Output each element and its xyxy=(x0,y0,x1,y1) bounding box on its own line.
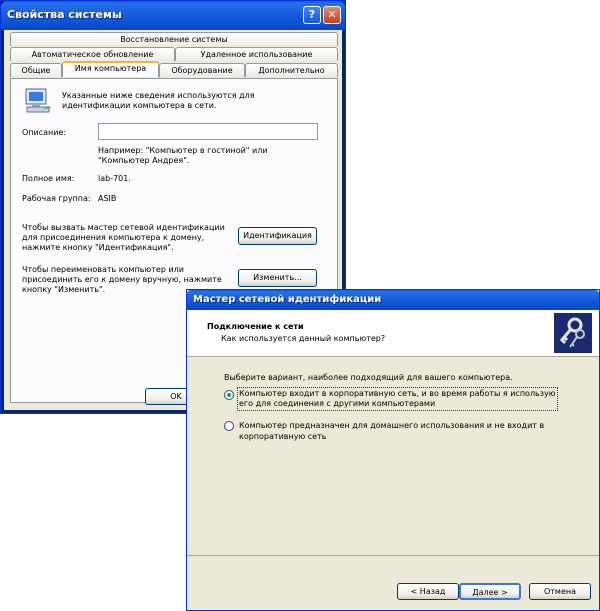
example-text-line1: Например: "Компьютер в гостиной" или xyxy=(98,146,268,155)
home-use-radio[interactable] xyxy=(224,421,234,431)
identify-button[interactable]: Идентификация xyxy=(238,227,317,245)
wizard-header-subtitle: Как используется данный компьютер? xyxy=(221,334,386,343)
title-bar[interactable]: Свойства системы ? ✕ xyxy=(1,1,345,30)
next-button[interactable]: Далее > xyxy=(459,583,521,600)
corporate-option-line2[interactable]: его для соединения с другими компьютерам… xyxy=(239,399,435,408)
wizard-text-line3: нажмите кнопку "Идентификация". xyxy=(22,243,174,252)
wizard-title: Мастер сетевой идентификации xyxy=(193,294,382,305)
tab-system-restore[interactable]: Восстановление системы xyxy=(10,32,338,46)
tab-general[interactable]: Общие xyxy=(10,63,62,77)
workgroup-label: Рабочая группа: xyxy=(22,194,91,203)
tab-remote[interactable]: Удаленное использование xyxy=(175,47,338,61)
computer-icon xyxy=(25,88,51,113)
wizard-text-line2: для присоединения компьютера к домену, xyxy=(22,233,205,242)
tab-auto-update[interactable]: Автоматическое обновление xyxy=(10,47,175,61)
window-title: Свойства системы xyxy=(7,8,122,21)
corporate-network-radio[interactable] xyxy=(224,390,234,400)
keys-icon xyxy=(554,313,592,353)
rename-text-line3: кнопку "Изменить". xyxy=(22,285,106,294)
full-name-label: Полное имя: xyxy=(22,174,75,183)
rename-text-line2: присоединить его к домену вручную, нажми… xyxy=(22,275,222,284)
wizard-text-line1: Чтобы вызвать мастер сетевой идентификац… xyxy=(22,223,225,232)
description-input[interactable] xyxy=(98,123,318,140)
network-wizard-window: Мастер сетевой идентификации Подключение… xyxy=(186,289,600,611)
wizard-prompt: Выберите вариант, наиболее подходящий дл… xyxy=(224,373,513,382)
description-label: Описание: xyxy=(22,128,67,137)
tab-hardware[interactable]: Оборудование xyxy=(159,63,245,77)
corporate-option-line1[interactable]: Компьютер входит в корпоративную сеть, и… xyxy=(239,389,556,398)
help-button[interactable]: ? xyxy=(303,6,321,24)
example-text-line2: "Компьютер Андрея". xyxy=(98,156,190,165)
tab-advanced[interactable]: Дополнительно xyxy=(245,63,338,77)
wizard-header-title: Подключение к сети xyxy=(207,322,304,331)
home-option-line2[interactable]: корпоративную сеть xyxy=(239,432,326,441)
close-button[interactable]: ✕ xyxy=(323,6,341,24)
workgroup-value: ASIB xyxy=(98,194,117,203)
home-option-line1[interactable]: Компьютер предназначен для домашнего исп… xyxy=(239,421,544,430)
rename-text-line1: Чтобы переименовать компьютер или xyxy=(22,265,184,274)
cancel-button[interactable]: Отмена xyxy=(529,583,591,600)
intro-text-line1: Указанные ниже сведения используются для xyxy=(62,91,255,100)
wizard-separator xyxy=(187,555,599,556)
wizard-header: Подключение к сети Как используется данн… xyxy=(187,310,599,357)
back-button[interactable]: < Назад xyxy=(397,583,459,600)
wizard-title-bar[interactable]: Мастер сетевой идентификации xyxy=(187,290,599,310)
intro-text-line2: идентификации компьютера в сети. xyxy=(62,101,217,110)
change-button[interactable]: Изменить... xyxy=(238,269,317,287)
tab-computer-name[interactable]: Имя компьютера xyxy=(62,61,159,77)
full-name-value: lab-701. xyxy=(98,174,131,183)
